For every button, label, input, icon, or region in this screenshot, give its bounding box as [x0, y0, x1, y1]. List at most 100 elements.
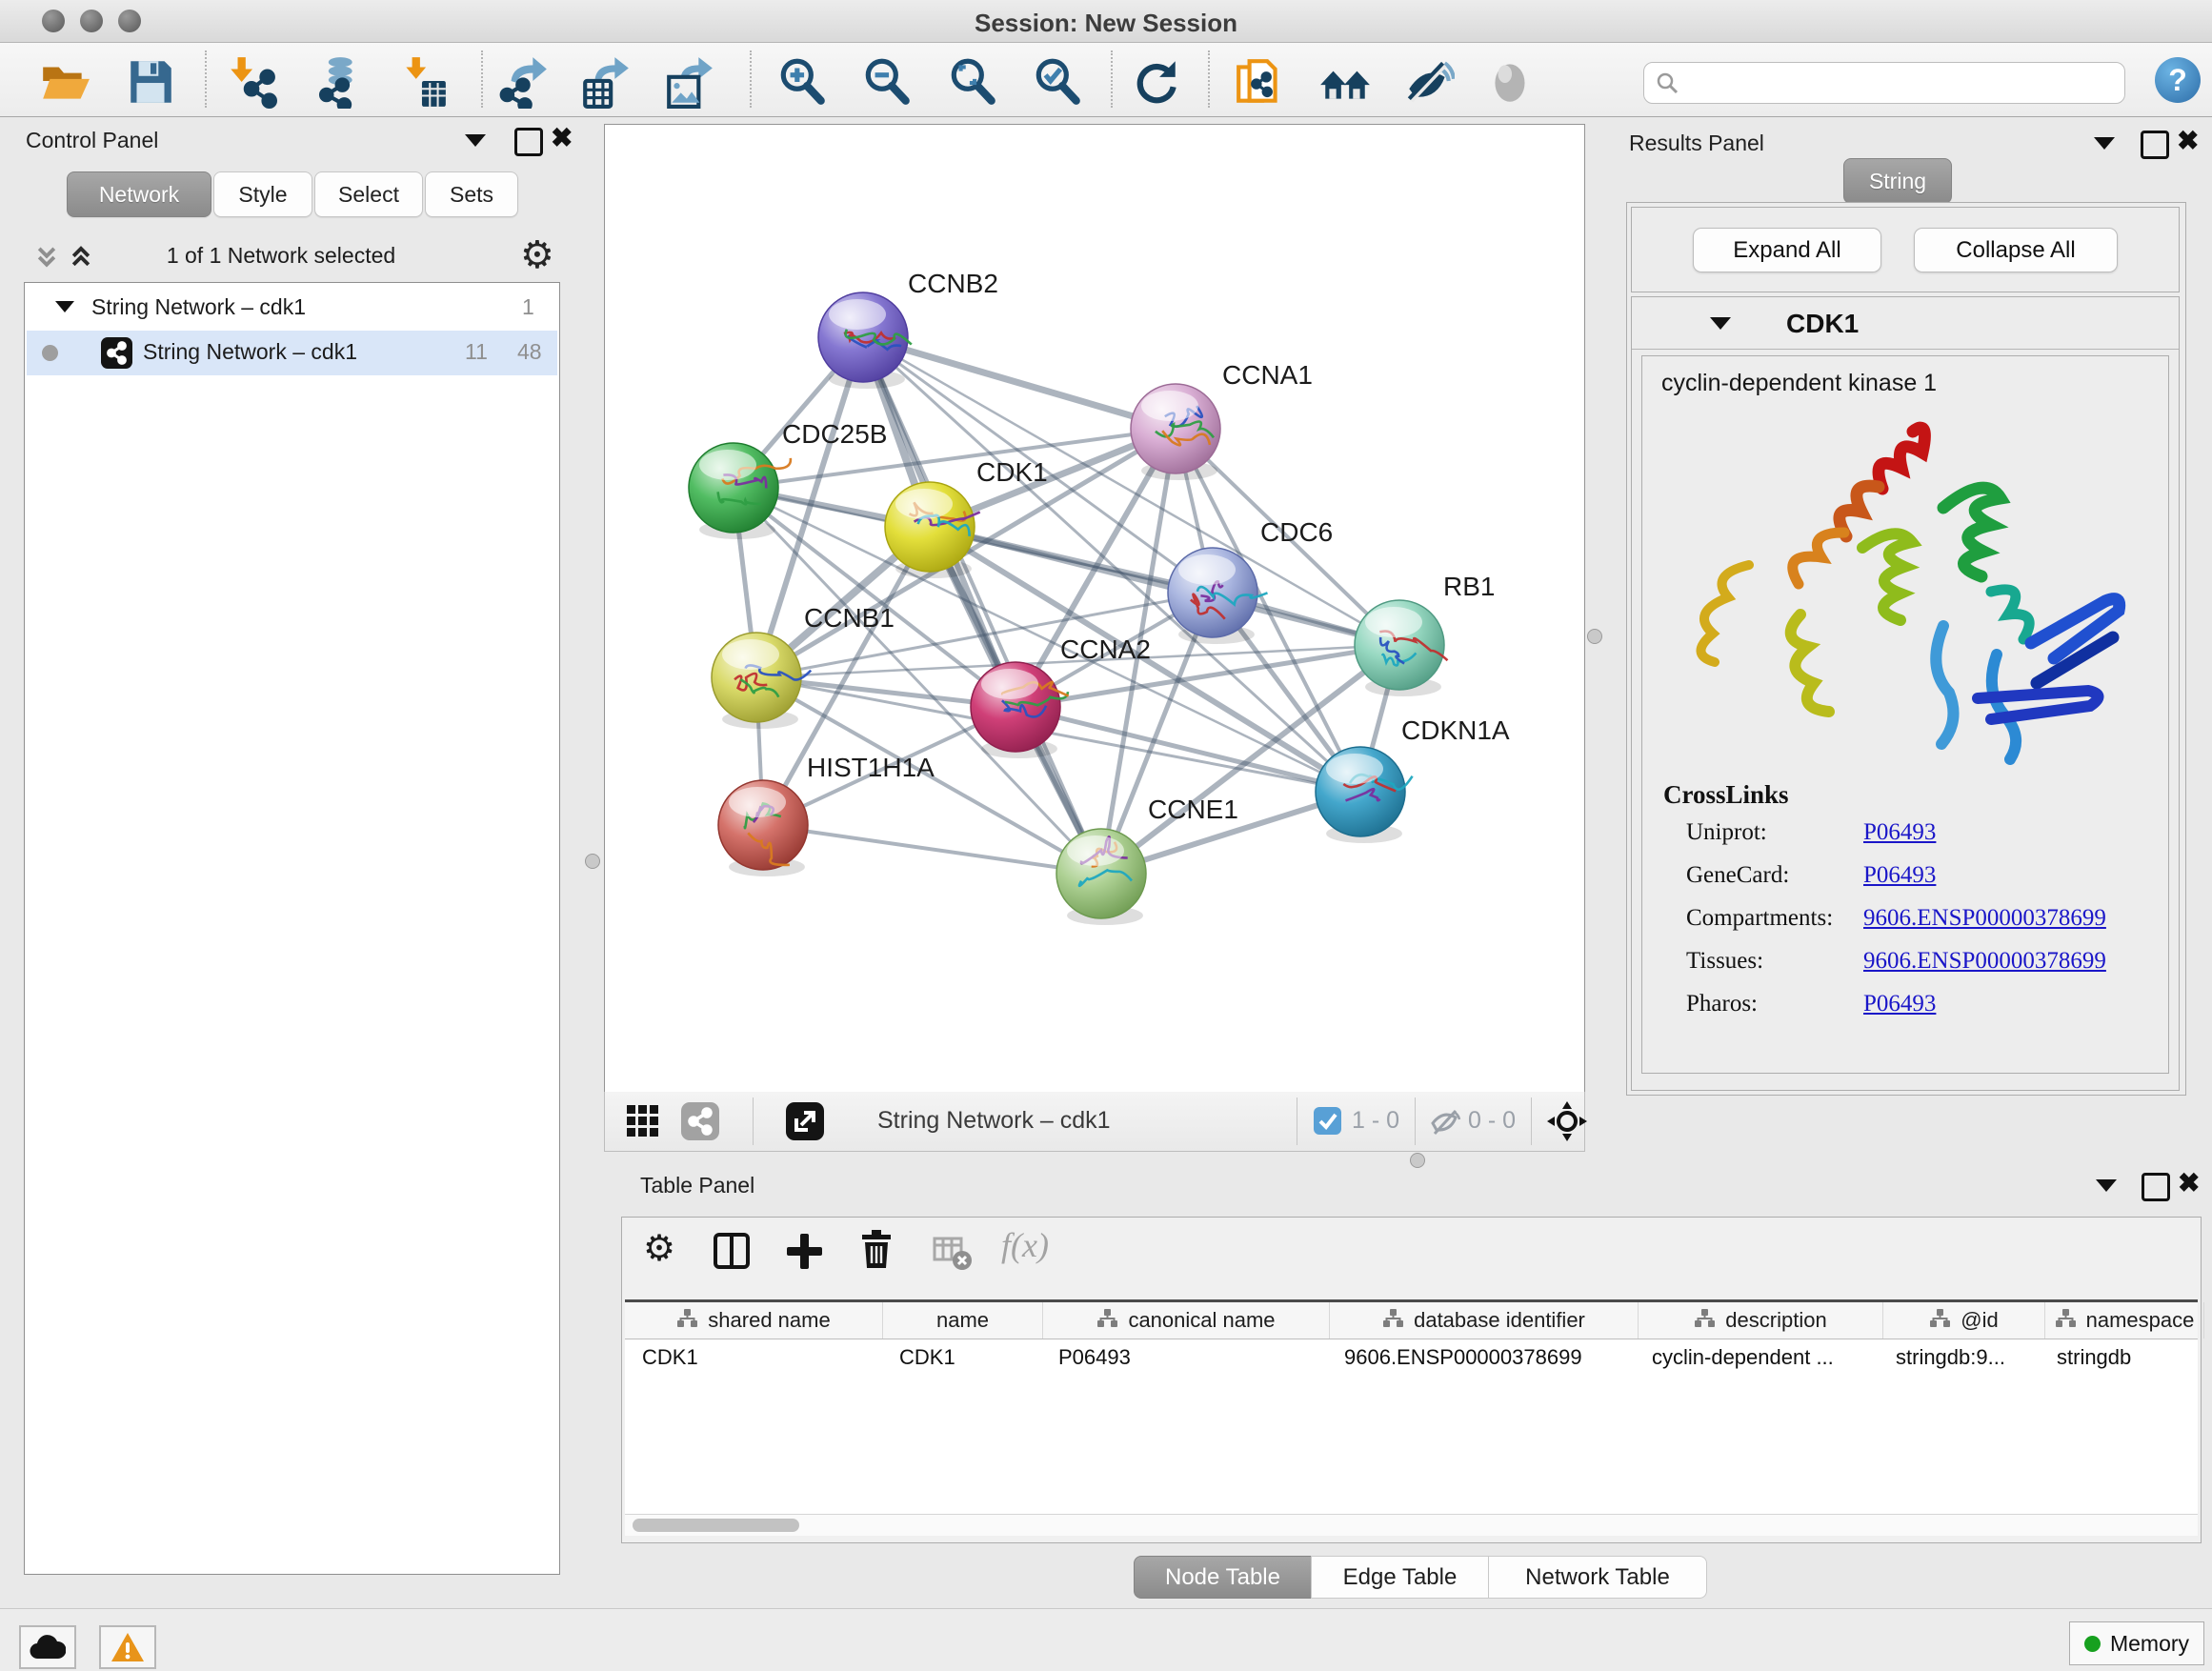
float-panel-icon[interactable] [2096, 1179, 2117, 1192]
tab-select[interactable]: Select [314, 171, 423, 217]
network-edge[interactable] [863, 337, 1176, 429]
refresh-icon[interactable] [1130, 55, 1183, 109]
protein-results-box: CDK1 cyclin-dependent kinase 1 [1631, 296, 2180, 1091]
undock-panel-icon[interactable] [2142, 1173, 2170, 1201]
protein-header-row[interactable]: CDK1 [1632, 297, 2179, 350]
zoom-selected-icon[interactable] [1031, 55, 1084, 109]
hidden-elements-eye-icon[interactable] [1428, 1104, 1462, 1143]
warnings-button[interactable] [99, 1625, 156, 1669]
tab-style[interactable]: Style [213, 171, 312, 217]
column-header--id[interactable]: @id [1883, 1302, 2045, 1339]
network-label: String Network – cdk1 [143, 339, 357, 365]
export-network-icon[interactable] [497, 55, 551, 109]
undock-panel-icon[interactable] [514, 128, 543, 156]
tab-network-table[interactable]: Network Table [1488, 1556, 1707, 1599]
float-panel-icon[interactable] [2094, 137, 2115, 150]
network-options-gear-icon[interactable]: ⚙ [520, 233, 554, 277]
search-input[interactable] [1643, 62, 2125, 104]
export-table-icon[interactable] [579, 55, 633, 109]
float-panel-icon[interactable] [465, 134, 486, 147]
undock-panel-icon[interactable] [2141, 131, 2169, 159]
show-graphics-details-icon[interactable] [1484, 55, 1538, 109]
tab-network[interactable]: Network [67, 171, 211, 217]
network-node-ccne1[interactable] [1056, 829, 1146, 925]
column-header-database-identifier[interactable]: database identifier [1330, 1302, 1639, 1339]
network-node-cdkn1a[interactable] [1316, 747, 1413, 843]
network-graph[interactable]: CCNB2CCNA1CDC25BCDK1CDC6RB1CCNB1CCNA2HIS… [605, 125, 1584, 1093]
column-header-description[interactable]: description [1639, 1302, 1883, 1339]
scrollbar-thumb[interactable] [633, 1519, 799, 1532]
collapse-all-button[interactable]: Collapse All [1914, 228, 2118, 272]
show-columns-icon[interactable] [710, 1229, 757, 1277]
tab-edge-table[interactable]: Edge Table [1311, 1556, 1489, 1599]
table-cell[interactable]: 9606.ENSP00000378699 [1327, 1339, 1635, 1376]
network-share-view-icon[interactable] [681, 1102, 719, 1145]
cloud-button[interactable] [19, 1625, 76, 1669]
pan-crosshair-icon[interactable] [1546, 1100, 1588, 1147]
save-session-icon[interactable] [124, 55, 177, 109]
zoom-out-icon[interactable] [860, 55, 914, 109]
import-network-from-database-icon[interactable] [307, 55, 360, 109]
delete-column-trash-icon[interactable] [855, 1227, 902, 1275]
close-panel-icon[interactable]: ✖ [551, 127, 573, 150]
delete-table-icon-disabled [931, 1231, 978, 1278]
column-header-namespace[interactable]: namespace [2045, 1302, 2204, 1339]
table-row[interactable]: CDK1CDK1P064939606.ENSP00000378699cyclin… [625, 1339, 2198, 1376]
network-node-cdc25b[interactable] [689, 443, 791, 539]
network-node-cdk1[interactable] [885, 482, 980, 578]
collapse-protein-icon[interactable] [1710, 317, 1731, 330]
grid-view-icon[interactable] [626, 1104, 660, 1143]
tab-string[interactable]: String [1843, 158, 1952, 204]
zoom-fit-icon[interactable] [946, 55, 999, 109]
collection-expand-icon[interactable] [55, 301, 74, 312]
crosslink-value-link[interactable]: 9606.ENSP00000378699 [1863, 905, 2106, 932]
memory-button[interactable]: Memory [2069, 1621, 2204, 1665]
expand-all-networks-icon[interactable] [69, 245, 93, 274]
crosslink-value-link[interactable]: P06493 [1863, 862, 1936, 889]
table-cell[interactable]: CDK1 [625, 1339, 882, 1376]
table-options-gear-icon[interactable]: ⚙ [643, 1227, 691, 1275]
selected-checkbox-icon[interactable] [1314, 1107, 1341, 1139]
tab-sets[interactable]: Sets [425, 171, 518, 217]
help-button[interactable]: ? [2155, 57, 2201, 103]
table-cell[interactable]: cyclin-dependent ... [1635, 1339, 1879, 1376]
zoom-in-icon[interactable] [775, 55, 829, 109]
network-tree: String Network – cdk1 1 String Network –… [24, 282, 560, 1575]
expand-all-button[interactable]: Expand All [1693, 228, 1881, 272]
import-table-icon[interactable] [396, 55, 450, 109]
homes-icon[interactable] [1318, 55, 1372, 109]
table-cell[interactable]: stringdb [2040, 1339, 2198, 1376]
import-network-file-icon[interactable] [224, 55, 277, 109]
close-panel-icon[interactable]: ✖ [2178, 1172, 2200, 1195]
birdseye-view-icon[interactable] [786, 1102, 824, 1145]
collapse-all-networks-icon[interactable] [34, 245, 59, 274]
network-edge[interactable] [863, 337, 1101, 874]
table-cell[interactable]: CDK1 [882, 1339, 1041, 1376]
close-panel-icon[interactable]: ✖ [2177, 130, 2199, 152]
hide-graphics-details-icon[interactable] [1401, 55, 1455, 109]
column-header-shared-name[interactable]: shared name [625, 1302, 883, 1339]
right-splitter-handle[interactable] [1587, 629, 1602, 644]
column-header-canonical-name[interactable]: canonical name [1043, 1302, 1330, 1339]
clone-network-icon[interactable] [1234, 55, 1287, 109]
tab-node-table[interactable]: Node Table [1134, 1556, 1312, 1599]
network-node-ccna2[interactable] [971, 662, 1069, 758]
crosslink-value-link[interactable]: P06493 [1863, 819, 1936, 846]
crosslink-value-link[interactable]: 9606.ENSP00000378699 [1863, 948, 2106, 975]
horizontal-scrollbar[interactable] [625, 1514, 2198, 1536]
open-session-icon[interactable] [38, 55, 91, 109]
network-view-canvas[interactable]: CCNB2CCNA1CDC25BCDK1CDC6RB1CCNB1CCNA2HIS… [604, 124, 1585, 1094]
network-edge[interactable] [763, 825, 1101, 874]
network-node-hist1h1a[interactable] [718, 780, 808, 876]
network-row-selected[interactable]: String Network – cdk1 11 48 [27, 331, 557, 375]
left-splitter-handle[interactable] [585, 854, 600, 869]
table-cell[interactable]: P06493 [1041, 1339, 1327, 1376]
crosslink-value-link[interactable]: P06493 [1863, 991, 1936, 1017]
export-image-icon[interactable] [663, 55, 716, 109]
column-header-name[interactable]: name [883, 1302, 1043, 1339]
network-node-ccna1[interactable] [1131, 384, 1220, 480]
network-collection-row[interactable]: String Network – cdk1 1 [27, 286, 557, 331]
network-node-rb1[interactable] [1355, 600, 1448, 696]
add-column-icon[interactable] [782, 1229, 830, 1277]
table-cell[interactable]: stringdb:9... [1879, 1339, 2040, 1376]
